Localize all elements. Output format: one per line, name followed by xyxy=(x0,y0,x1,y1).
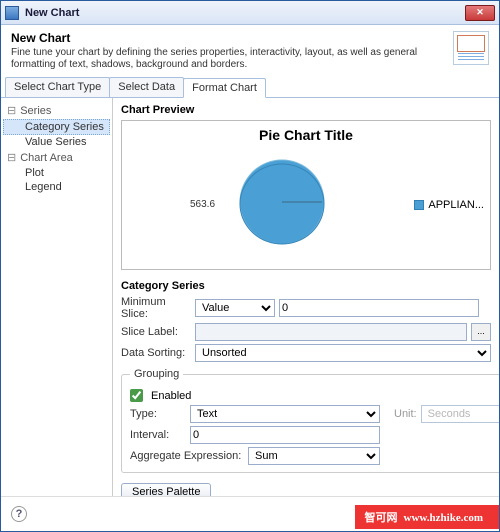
series-palette-button[interactable]: Series Palette xyxy=(121,483,211,496)
header-chart-icon xyxy=(453,31,489,65)
category-series-label: Category Series xyxy=(121,280,491,292)
tree-group-series[interactable]: Series xyxy=(7,104,110,117)
grouping-interval-input[interactable] xyxy=(190,426,380,444)
tab-select-chart-type[interactable]: Select Chart Type xyxy=(5,77,110,97)
grouping-fieldset: Grouping Enabled Type: Text Unit: Second… xyxy=(121,368,499,473)
tab-select-data[interactable]: Select Data xyxy=(109,77,184,97)
header: New Chart Fine tune your chart by defini… xyxy=(1,25,499,75)
grouping-unit-select: Seconds xyxy=(421,405,499,423)
grouping-type-select[interactable]: Text xyxy=(190,405,380,423)
close-button[interactable]: ✕ xyxy=(465,5,495,21)
legend-swatch xyxy=(414,200,424,210)
grouping-legend: Grouping xyxy=(130,368,183,380)
tree-item-category-series[interactable]: Category Series xyxy=(3,119,110,135)
slice-label-browse-button[interactable]: ... xyxy=(471,323,491,341)
min-slice-label: Minimum Slice: xyxy=(121,296,191,320)
page-title: New Chart xyxy=(11,31,445,45)
data-sorting-label: Data Sorting: xyxy=(121,347,191,359)
chart-title: Pie Chart Title xyxy=(122,127,490,143)
pie-slice-label: 563.6 xyxy=(190,199,215,210)
outline-tree[interactable]: Series Category Series Value Series Char… xyxy=(1,98,113,496)
pie-chart xyxy=(237,157,327,247)
tree-item-plot[interactable]: Plot xyxy=(3,166,110,180)
titlebar[interactable]: New Chart ✕ xyxy=(1,1,499,25)
slice-label-input[interactable] xyxy=(195,323,467,341)
button-bar: ? < Back Next 智可网www.hzhike.com xyxy=(1,496,499,531)
grouping-unit-label: Unit: xyxy=(394,408,417,420)
tree-item-value-series[interactable]: Value Series xyxy=(3,135,110,149)
grouping-interval-label: Interval: xyxy=(130,429,186,441)
aggregate-expr-select[interactable]: Sum xyxy=(248,447,380,465)
dialog-window: New Chart ✕ New Chart Fine tune your cha… xyxy=(0,0,500,532)
grouping-type-label: Type: xyxy=(130,408,186,420)
chart-legend: APPLIAN... xyxy=(414,199,484,211)
min-slice-type-select[interactable]: Value xyxy=(195,299,275,317)
tab-format-chart[interactable]: Format Chart xyxy=(183,78,266,98)
chart-app-icon xyxy=(5,6,19,20)
page-description: Fine tune your chart by defining the ser… xyxy=(11,47,445,71)
tree-group-chart-area[interactable]: Chart Area xyxy=(7,151,110,164)
slice-label-label: Slice Label: xyxy=(121,326,191,338)
grouping-enabled-checkbox[interactable] xyxy=(130,389,143,402)
data-sorting-select[interactable]: Unsorted xyxy=(195,344,491,362)
aggregate-expr-label: Aggregate Expression: xyxy=(130,450,244,462)
chart-preview: Pie Chart Title 563.6 APPLIAN... xyxy=(121,120,491,270)
window-title: New Chart xyxy=(25,7,465,19)
tab-bar: Select Chart Type Select Data Format Cha… xyxy=(1,77,499,98)
watermark: 智可网www.hzhike.com xyxy=(355,505,499,529)
grouping-enabled-label: Enabled xyxy=(151,390,191,402)
legend-text: APPLIAN... xyxy=(428,199,484,211)
min-slice-value-input[interactable] xyxy=(279,299,479,317)
help-icon[interactable]: ? xyxy=(11,506,27,522)
tree-item-legend[interactable]: Legend xyxy=(3,180,110,194)
chart-preview-label: Chart Preview xyxy=(121,104,491,116)
